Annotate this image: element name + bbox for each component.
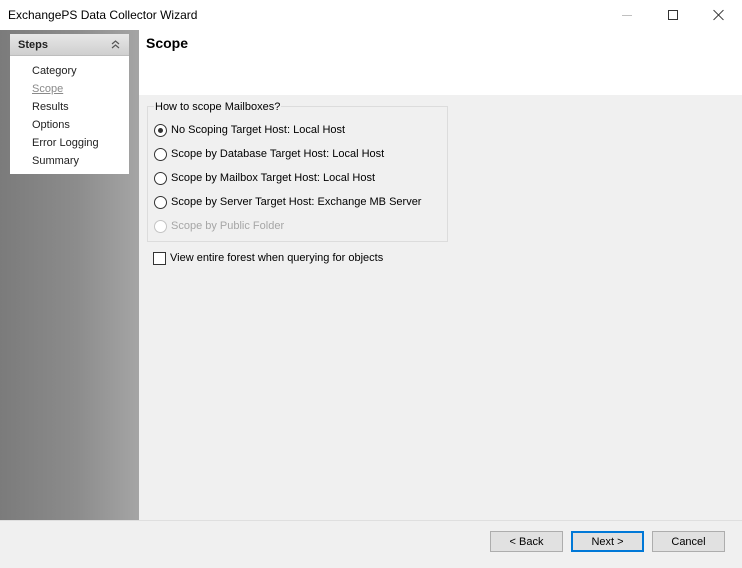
- title-bar: ExchangePS Data Collector Wizard: [0, 0, 742, 30]
- close-icon: [713, 9, 725, 21]
- step-options[interactable]: Options: [10, 116, 129, 134]
- step-error-logging[interactable]: Error Logging: [10, 134, 129, 152]
- page-title: Scope: [146, 35, 189, 51]
- next-button[interactable]: Next >: [571, 531, 644, 552]
- radio-scope-by-database[interactable]: Scope by Database Target Host: Local Hos…: [154, 146, 384, 162]
- forest-checkbox-label: View entire forest when querying for obj…: [170, 252, 384, 264]
- radio-button[interactable]: [154, 123, 167, 137]
- scope-groupbox: How to scope Mailboxes? No Scoping Targe…: [147, 101, 448, 242]
- step-results[interactable]: Results: [10, 98, 129, 116]
- step-category[interactable]: Category: [10, 62, 129, 80]
- double-chevron-up-icon[interactable]: [110, 39, 121, 50]
- maximize-icon: [668, 10, 678, 20]
- cancel-button[interactable]: Cancel: [652, 531, 725, 552]
- radio-label: Scope by Server Target Host: Exchange MB…: [171, 196, 422, 208]
- forest-checkbox[interactable]: [153, 251, 166, 265]
- scope-groupbox-legend: How to scope Mailboxes?: [154, 101, 282, 113]
- steps-header-label: Steps: [18, 39, 48, 51]
- radio-scope-by-mailbox[interactable]: Scope by Mailbox Target Host: Local Host: [154, 170, 375, 186]
- step-summary[interactable]: Summary: [10, 152, 129, 170]
- radio-scope-by-public-folder: Scope by Public Folder: [154, 218, 284, 234]
- steps-panel: Steps Category Scope Results Options Err…: [10, 34, 129, 174]
- step-scope[interactable]: Scope: [10, 80, 129, 98]
- main-content: How to scope Mailboxes? No Scoping Targe…: [139, 95, 742, 520]
- footer: < Back Next > Cancel: [0, 520, 742, 568]
- forest-checkbox-row[interactable]: View entire forest when querying for obj…: [153, 250, 383, 266]
- radio-button[interactable]: [154, 171, 167, 185]
- radio-label: No Scoping Target Host: Local Host: [171, 124, 346, 136]
- maximize-button[interactable]: [650, 0, 696, 30]
- radio-button[interactable]: [154, 147, 167, 161]
- minimize-button[interactable]: [604, 0, 650, 30]
- radio-no-scoping[interactable]: No Scoping Target Host: Local Host: [154, 122, 345, 138]
- window-title: ExchangePS Data Collector Wizard: [8, 8, 198, 22]
- radio-label: Scope by Public Folder: [171, 220, 285, 232]
- minimize-icon: [622, 14, 632, 16]
- steps-header[interactable]: Steps: [10, 34, 129, 56]
- left-pane: Steps Category Scope Results Options Err…: [0, 30, 139, 520]
- radio-scope-by-server[interactable]: Scope by Server Target Host: Exchange MB…: [154, 194, 421, 210]
- radio-label: Scope by Mailbox Target Host: Local Host: [171, 172, 376, 184]
- page-header: Scope: [139, 30, 742, 95]
- radio-button[interactable]: [154, 195, 167, 209]
- radio-label: Scope by Database Target Host: Local Hos…: [171, 148, 385, 160]
- close-button[interactable]: [696, 0, 742, 30]
- radio-button: [154, 219, 167, 233]
- steps-list: Category Scope Results Options Error Log…: [10, 56, 129, 170]
- back-button[interactable]: < Back: [490, 531, 563, 552]
